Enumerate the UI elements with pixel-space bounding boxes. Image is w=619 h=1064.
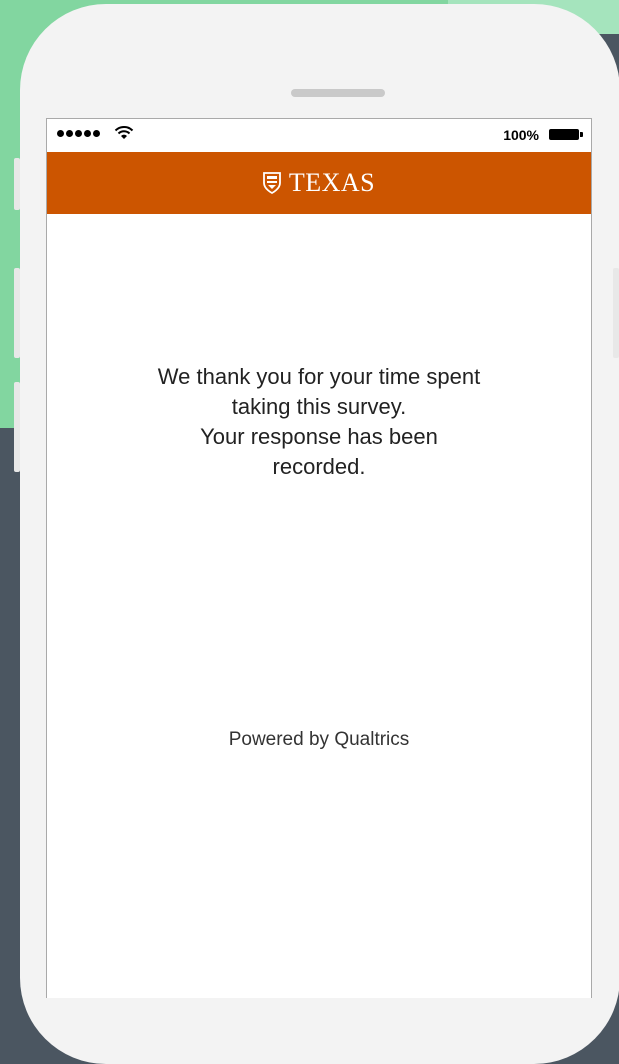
message-line: Your response has been [200, 424, 438, 449]
message-line: We thank you for your time spent [157, 364, 481, 389]
battery-icon [549, 129, 579, 140]
powered-by-link[interactable]: Powered by Qualtrics [47, 729, 591, 751]
ut-shield-icon [262, 172, 281, 194]
battery-percentage: 100% [503, 127, 539, 143]
phone-volume-up-button [14, 268, 20, 358]
phone-speaker [291, 89, 385, 97]
wifi-icon [114, 126, 134, 139]
survey-header: TEXAS [47, 152, 591, 214]
phone-screen: 100% TEXAS We thank you for your time sp… [46, 118, 592, 998]
phone-power-button [613, 268, 619, 358]
phone-volume-down-button [14, 382, 20, 472]
phone-mute-switch [14, 158, 20, 210]
battery-tip-icon [580, 132, 583, 137]
texas-logo-text: TEXAS [288, 168, 376, 197]
message-line: taking this survey. [231, 394, 407, 419]
status-bar: 100% [47, 119, 591, 152]
message-line: recorded. [272, 454, 366, 479]
signal-strength-icon [57, 130, 100, 137]
thank-you-message: We thank you for your time spent taking … [47, 362, 591, 482]
